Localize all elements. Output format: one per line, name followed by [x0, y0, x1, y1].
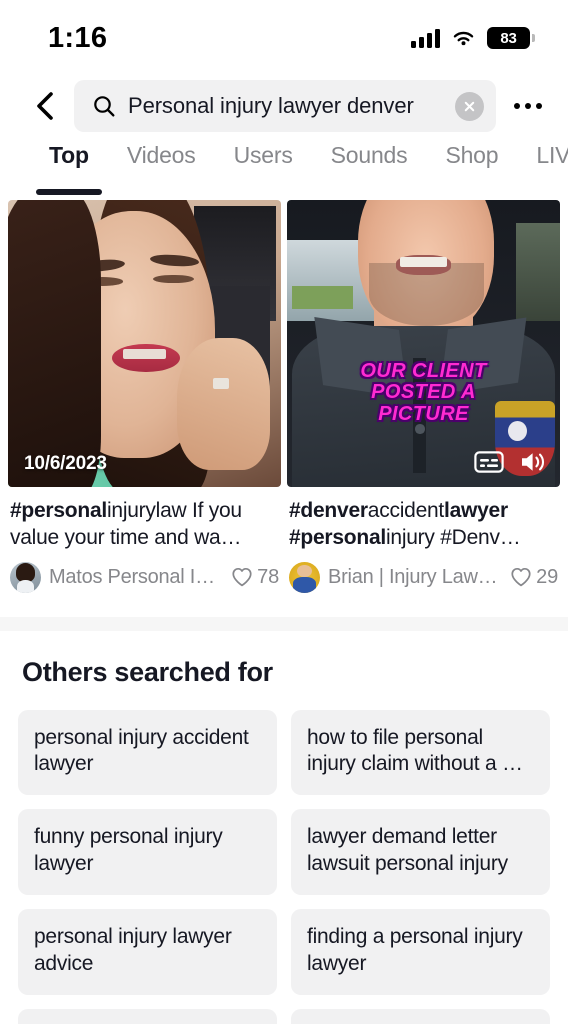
video-author[interactable]: Brian | Injury Law…	[328, 566, 502, 589]
tab-label: Sounds	[330, 142, 408, 168]
search-icon	[94, 96, 115, 117]
video-results-grid: 10/6/2023 #personalinjurylaw If you valu…	[0, 200, 568, 593]
avatar[interactable]	[289, 561, 320, 593]
cellular-signal-icon	[411, 28, 440, 48]
suggestion-chip-label: personal injury accident lawyer	[34, 725, 249, 776]
tab-videos[interactable]: Videos	[108, 142, 215, 194]
tab-sounds[interactable]: Sounds	[312, 142, 427, 194]
search-input[interactable]: Personal injury lawyer denver	[74, 80, 496, 132]
video-meta: Matos Personal I… 78	[8, 561, 281, 593]
like-count: 29	[536, 565, 558, 588]
tab-top[interactable]: Top	[30, 142, 108, 195]
caption-highlight: lawyer	[444, 499, 508, 522]
video-card[interactable]: OUR CLIENT POSTED A PICTURE #denveraccid…	[287, 200, 560, 593]
suggestion-chip-grid: personal injury accident lawyer how to f…	[18, 709, 550, 1024]
caption-mid: accident	[367, 499, 445, 522]
video-overlay-caption: OUR CLIENT POSTED A PICTURE	[360, 359, 487, 425]
more-dot	[525, 103, 531, 109]
section-title: Others searched for	[22, 656, 273, 687]
suggestion-chip[interactable]: personal injury lawyer settlement	[18, 1008, 277, 1024]
suggestion-chip-label: personal injury lawyer advice	[34, 925, 232, 975]
back-chevron-icon	[37, 92, 53, 120]
section-divider	[0, 616, 568, 631]
video-author[interactable]: Matos Personal I…	[49, 566, 223, 589]
more-dot	[536, 103, 542, 109]
video-meta: Brian | Injury Law… 29	[287, 561, 560, 593]
close-icon	[464, 101, 475, 111]
suggestion-chip[interactable]: finding a personal injury lawyer	[291, 909, 550, 995]
suggestion-chip[interactable]: personal injury accident lawyer	[18, 709, 277, 796]
tab-label: Shop	[445, 142, 499, 168]
suggestion-chip[interactable]: lawyer demand letter lawsuit personal in…	[291, 809, 550, 896]
suggestion-chip-label: finding a personal injury lawyer	[307, 925, 523, 975]
heart-icon	[232, 568, 252, 587]
closed-caption-icon[interactable]	[474, 450, 504, 474]
video-thumbnail[interactable]: 10/6/2023	[8, 200, 281, 487]
heart-icon	[511, 568, 531, 587]
video-caption[interactable]: #denveraccidentlawyer #personalinjury #D…	[287, 497, 560, 552]
volume-icon[interactable]	[518, 449, 548, 475]
like-count-group: 29	[510, 566, 558, 589]
video-thumbnail-controls	[474, 449, 548, 475]
caption-hashtag-highlight: #personal	[10, 499, 107, 522]
tab-shop[interactable]: Shop	[426, 142, 517, 194]
video-caption[interactable]: #personalinjurylaw If you value your tim…	[8, 497, 281, 552]
more-options-button[interactable]	[504, 82, 552, 130]
caption-hashtag-highlight-2: #personal	[289, 526, 386, 550]
tab-active-indicator	[35, 189, 102, 195]
thumbnail-image	[287, 200, 560, 487]
tab-live[interactable]: LIVE	[517, 142, 568, 194]
suggestion-chip-label: how to file personal injury claim withou…	[307, 725, 523, 776]
caption-hashtag-highlight: #denver	[289, 499, 368, 522]
others-searched-for-section: Others searched for personal injury acci…	[0, 631, 568, 1024]
tab-label: LIVE	[536, 142, 568, 168]
search-header: Personal injury lawyer denver	[0, 70, 568, 142]
status-indicators: 83	[411, 27, 535, 49]
video-date-overlay: 10/6/2023	[24, 453, 107, 474]
caption-rest: injury #Denv…	[385, 526, 521, 550]
suggestion-chip[interactable]: how to find personal injury lawyer after…	[291, 1008, 550, 1024]
suggestion-chip[interactable]: personal injury lawyer advice	[18, 909, 277, 995]
tab-label: Videos	[126, 142, 196, 168]
status-time: 1:16	[48, 21, 108, 54]
battery-percent: 83	[500, 29, 517, 47]
suggestion-chip[interactable]: funny personal injury lawyer	[18, 809, 277, 896]
tab-label: Top	[49, 142, 89, 168]
tab-label: Users	[233, 142, 293, 168]
like-count: 78	[257, 565, 279, 588]
search-input-value[interactable]: Personal injury lawyer denver	[128, 93, 443, 119]
tab-users[interactable]: Users	[215, 142, 312, 194]
avatar[interactable]	[10, 561, 41, 593]
more-dot	[514, 103, 520, 109]
thumbnail-image	[8, 200, 281, 487]
status-bar: 1:16 83	[0, 0, 568, 70]
suggestion-chip[interactable]: how to file personal injury claim withou…	[291, 709, 550, 796]
video-thumbnail[interactable]: OUR CLIENT POSTED A PICTURE	[287, 200, 560, 487]
back-button[interactable]	[24, 85, 66, 127]
like-count-group: 78	[231, 566, 279, 589]
clear-search-button[interactable]	[455, 91, 484, 121]
wifi-icon	[453, 31, 474, 45]
battery-icon: 83	[487, 27, 535, 49]
search-result-tabs[interactable]: Top Videos Users Sounds Shop LIVE P	[0, 142, 568, 200]
suggestion-chip-label: lawyer demand letter lawsuit personal in…	[307, 825, 508, 876]
video-card[interactable]: 10/6/2023 #personalinjurylaw If you valu…	[8, 200, 281, 593]
suggestion-chip-label: funny personal injury lawyer	[34, 825, 223, 876]
